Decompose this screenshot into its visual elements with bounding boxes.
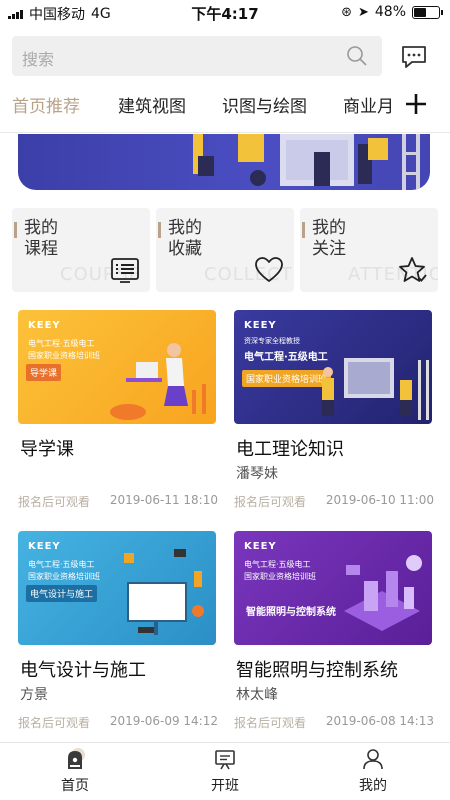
nav-label: 首页 bbox=[61, 778, 89, 794]
thumbnail-caption: 电气工程·五级电工 bbox=[244, 560, 311, 569]
tab-drawing[interactable]: 识图与绘图 bbox=[222, 92, 307, 117]
course-author: 林太峰 bbox=[236, 687, 278, 703]
brand-logo: KEEY bbox=[244, 320, 277, 331]
battery-percent: 48% bbox=[374, 4, 406, 20]
course-title[interactable]: 智能照明与控制系统 bbox=[236, 656, 398, 682]
star-icon bbox=[399, 257, 427, 282]
accent-bar bbox=[14, 222, 17, 238]
search-placeholder: 搜索 bbox=[22, 50, 55, 69]
orientation-lock-icon: ⊛ bbox=[341, 4, 352, 20]
course-card[interactable]: KEEY 电气工程·五级电工 国家职业资格培训班 智能照明与控制系统 智能照明与… bbox=[234, 531, 434, 731]
nav-class[interactable]: 开班 bbox=[180, 747, 270, 795]
course-thumbnail: KEEY 电气工程·五级电工 国家职业资格培训班 智能照明与控制系统 bbox=[234, 531, 432, 645]
course-date: 2019-06-11 18:10 bbox=[109, 493, 218, 507]
design-tools-illustration bbox=[124, 549, 204, 635]
nav-label: 我的 bbox=[359, 778, 387, 794]
list-icon bbox=[111, 258, 139, 283]
battery-icon bbox=[412, 5, 443, 19]
brand-logo: KEEY bbox=[244, 541, 277, 552]
course-date: 2019-06-09 14:12 bbox=[109, 714, 218, 728]
course-card[interactable]: KEEY 资深专家全程教授 电气工程·五级电工 国家职业资格培训班 电工理论知识… bbox=[234, 310, 434, 510]
course-thumbnail: KEEY 电气工程·五级电工 国家职业资格培训班 电气设计与施工 bbox=[18, 531, 216, 645]
thumbnail-caption: 国家职业资格培训班 bbox=[28, 351, 100, 360]
search-input[interactable]: 搜索 bbox=[12, 36, 382, 76]
tab-building-view[interactable]: 建筑视图 bbox=[118, 92, 186, 117]
course-title[interactable]: 电工理论知识 bbox=[236, 435, 344, 461]
course-date: 2019-06-08 14:13 bbox=[325, 714, 434, 728]
location-icon: ➤ bbox=[357, 4, 369, 20]
nav-profile[interactable]: 我的 bbox=[328, 747, 418, 795]
thumbnail-caption: 资深专家全程教授 bbox=[244, 337, 300, 345]
thumbnail-caption: 国家职业资格培训班 bbox=[244, 572, 316, 581]
signup-hint: 报名后可观看 bbox=[18, 716, 91, 730]
tab-home-recommend[interactable]: 首页推荐 bbox=[12, 92, 80, 117]
search-icon[interactable] bbox=[346, 45, 368, 67]
my-collection-card[interactable]: 我的 收藏 COLLECT bbox=[156, 208, 294, 292]
promo-banner[interactable] bbox=[18, 134, 430, 190]
brand-logo: KEEY bbox=[28, 541, 61, 552]
thumbnail-tag: 导学课 bbox=[26, 364, 62, 381]
smart-city-illustration bbox=[344, 555, 422, 631]
my-courses-label: 我的 课程 bbox=[24, 218, 58, 259]
course-title[interactable]: 电气设计与施工 bbox=[20, 656, 146, 682]
thumbnail-caption: 电气工程·五级电工 bbox=[28, 560, 95, 569]
course-thumbnail: KEEY 资深专家全程教授 电气工程·五级电工 国家职业资格培训班 bbox=[234, 310, 432, 424]
signup-hint: 报名后可观看 bbox=[234, 495, 307, 509]
accent-bar bbox=[302, 222, 305, 238]
tab-commercial[interactable]: 商业月 bbox=[343, 92, 394, 117]
nav-label: 开班 bbox=[211, 778, 239, 794]
message-icon[interactable] bbox=[400, 44, 428, 70]
add-category-icon[interactable] bbox=[404, 92, 428, 116]
my-collection-label: 我的 收藏 bbox=[168, 218, 202, 259]
my-following-card[interactable]: 我的关注 ATTENTION bbox=[300, 208, 438, 292]
student-illustration bbox=[110, 343, 206, 420]
thumbnail-tag: 智能照明与控制系统 bbox=[246, 607, 336, 618]
my-courses-card[interactable]: 我的 课程 COURSE bbox=[12, 208, 150, 292]
accent-bar bbox=[158, 222, 161, 238]
brand-logo: KEEY bbox=[28, 320, 61, 331]
profile-icon bbox=[363, 749, 383, 770]
bottom-nav: 首页 开班 我的 bbox=[0, 742, 450, 800]
thumbnail-tag: 电气设计与施工 bbox=[26, 585, 98, 602]
course-title[interactable]: 导学课 bbox=[20, 435, 74, 461]
my-following-label: 我的 关注 bbox=[312, 218, 346, 259]
course-author: 方景 bbox=[20, 687, 48, 703]
home-icon bbox=[68, 748, 85, 769]
course-card[interactable]: KEEY 电气工程·五级电工 国家职业资格培训班 导学课 导学课 报名后可观看 … bbox=[18, 310, 218, 510]
course-thumbnail: KEEY 电气工程·五级电工 国家职业资格培训班 导学课 bbox=[18, 310, 216, 424]
course-date: 2019-06-10 11:00 bbox=[325, 493, 434, 507]
status-bar: 中国移动 4G 下午4:17 ⊛ ➤ 48% bbox=[0, 0, 450, 26]
heart-icon bbox=[255, 257, 283, 282]
thumbnail-caption: 国家职业资格培训班 bbox=[28, 572, 100, 581]
category-tabs: 首页推荐 建筑视图 识图与绘图 商业月 bbox=[0, 92, 450, 122]
thumbnail-caption: 电气工程·五级电工 bbox=[28, 339, 95, 348]
electricians-illustration bbox=[322, 358, 429, 420]
class-board-icon bbox=[215, 750, 235, 770]
tabs-divider bbox=[0, 132, 450, 133]
signup-hint: 报名后可观看 bbox=[18, 495, 91, 509]
nav-home[interactable]: 首页 bbox=[30, 747, 120, 795]
course-author: 潘琴妹 bbox=[236, 466, 278, 482]
course-card[interactable]: KEEY 电气工程·五级电工 国家职业资格培训班 电气设计与施工 电气设计与施工… bbox=[18, 531, 218, 731]
banner-illustration bbox=[193, 134, 420, 190]
signup-hint: 报名后可观看 bbox=[234, 716, 307, 730]
